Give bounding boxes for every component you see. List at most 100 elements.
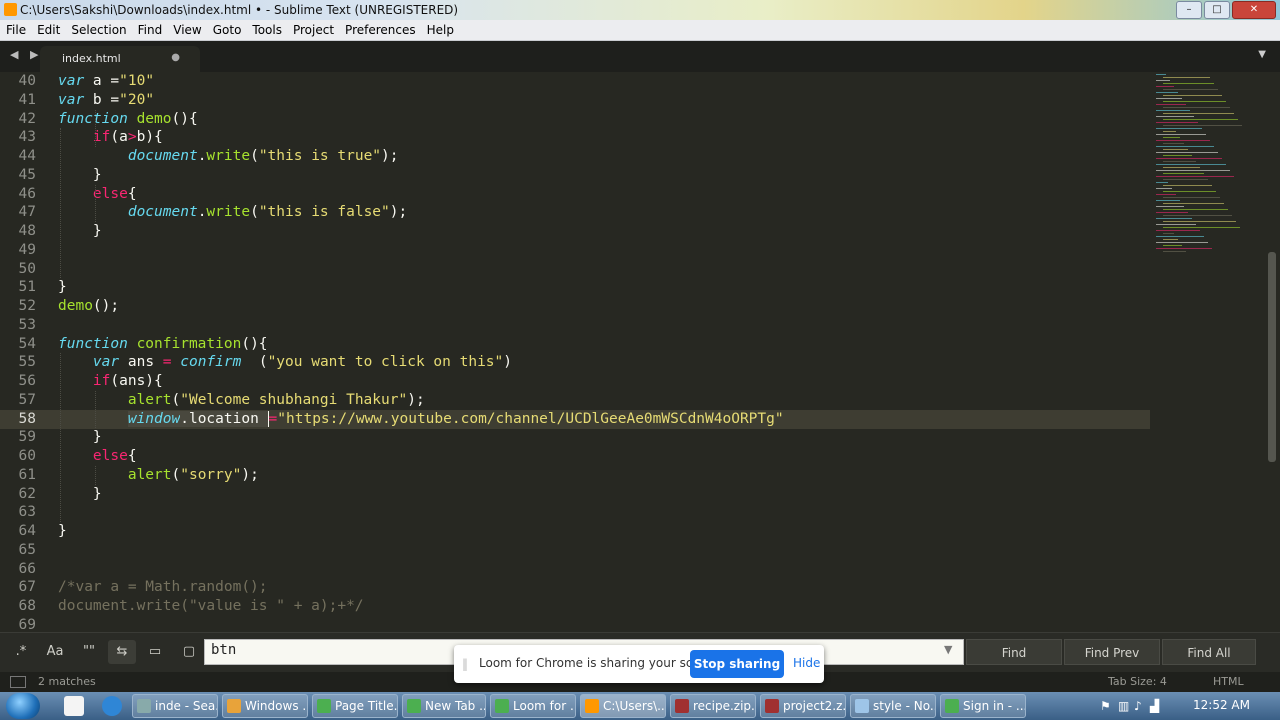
- hide-link[interactable]: Hide: [793, 656, 820, 670]
- line-number[interactable]: 41: [0, 91, 36, 110]
- menu-tools[interactable]: Tools: [246, 20, 287, 40]
- line-number[interactable]: 43: [0, 128, 36, 147]
- code-line-57[interactable]: 57 alert("Welcome shubhangi Thakur");: [0, 391, 1150, 410]
- code-line-56[interactable]: 56 if(ans){: [0, 372, 1150, 391]
- menu-view[interactable]: View: [167, 20, 206, 40]
- taskbar-task[interactable]: inde - Sea...: [132, 694, 218, 718]
- line-number[interactable]: 66: [0, 560, 36, 579]
- code-line-60[interactable]: 60 else{: [0, 447, 1150, 466]
- line-number[interactable]: 58: [0, 410, 36, 429]
- start-button-icon[interactable]: [6, 693, 40, 719]
- code-line-47[interactable]: 47 document.write("this is false");: [0, 203, 1150, 222]
- code-line-64[interactable]: 64}: [0, 522, 1150, 541]
- menu-preferences[interactable]: Preferences: [339, 20, 421, 40]
- line-number[interactable]: 69: [0, 616, 36, 632]
- code-line-49[interactable]: 49: [0, 241, 1150, 260]
- minimize-button[interactable]: –: [1176, 1, 1202, 19]
- tray-network-icon[interactable]: ▥: [1118, 699, 1129, 713]
- line-number[interactable]: 54: [0, 335, 36, 354]
- minimap[interactable]: [1150, 72, 1270, 632]
- syntax-mode[interactable]: HTML: [1213, 675, 1244, 688]
- taskbar-task[interactable]: Page Title...: [312, 694, 398, 718]
- taskbar-task[interactable]: C:\Users\...: [580, 694, 666, 718]
- highlight-matches-toggle-icon[interactable]: ▢: [176, 640, 202, 664]
- code-line-59[interactable]: 59 }: [0, 428, 1150, 447]
- menu-project[interactable]: Project: [287, 20, 339, 40]
- code-line-62[interactable]: 62 }: [0, 485, 1150, 504]
- line-number[interactable]: 45: [0, 166, 36, 185]
- code-line-41[interactable]: 41 var b ="20": [0, 91, 1150, 110]
- line-number[interactable]: 56: [0, 372, 36, 391]
- tray-signal-icon[interactable]: ▟: [1150, 699, 1159, 713]
- wrap-toggle-icon[interactable]: ⇆: [108, 640, 136, 664]
- line-number[interactable]: 51: [0, 278, 36, 297]
- regex-toggle-icon[interactable]: .*: [8, 640, 34, 664]
- code-line-58[interactable]: 58 window.location ="https://www.youtube…: [0, 409, 1150, 429]
- menu-edit[interactable]: Edit: [31, 20, 65, 40]
- code-line-50[interactable]: 50: [0, 260, 1150, 279]
- code-line-48[interactable]: 48 }: [0, 222, 1150, 241]
- code-line-46[interactable]: 46 else{: [0, 185, 1150, 204]
- taskbar-task[interactable]: recipe.zip...: [670, 694, 756, 718]
- menu-file[interactable]: File: [0, 20, 31, 40]
- code-line-54[interactable]: 54 function confirmation(){: [0, 335, 1150, 354]
- taskbar-clock[interactable]: 12:52 AM: [1193, 698, 1250, 712]
- find-all-button[interactable]: Find All: [1162, 639, 1256, 665]
- code-line-66[interactable]: 66: [0, 560, 1150, 579]
- line-number[interactable]: 60: [0, 447, 36, 466]
- show-desktop-icon[interactable]: [64, 696, 84, 716]
- tab-nav-arrows-icon[interactable]: ◀ ▶: [10, 48, 42, 61]
- line-number[interactable]: 65: [0, 541, 36, 560]
- line-number[interactable]: 59: [0, 428, 36, 447]
- line-number[interactable]: 64: [0, 522, 36, 541]
- line-number[interactable]: 48: [0, 222, 36, 241]
- code-line-51[interactable]: 51}: [0, 278, 1150, 297]
- code-line-63[interactable]: 63: [0, 503, 1150, 522]
- code-line-40[interactable]: 40 var a ="10": [0, 72, 1150, 91]
- find-button[interactable]: Find: [966, 639, 1062, 665]
- find-history-dropdown-icon[interactable]: ▼: [944, 643, 952, 656]
- line-number[interactable]: 57: [0, 391, 36, 410]
- line-number[interactable]: 62: [0, 485, 36, 504]
- internet-explorer-icon[interactable]: [102, 696, 122, 716]
- code-line-45[interactable]: 45 }: [0, 166, 1150, 185]
- menu-find[interactable]: Find: [132, 20, 168, 40]
- modified-dot-icon[interactable]: ●: [171, 52, 180, 63]
- menu-goto[interactable]: Goto: [207, 20, 247, 40]
- drag-handle-icon[interactable]: ‖: [462, 657, 468, 671]
- case-sensitive-toggle-icon[interactable]: Aa: [42, 640, 68, 664]
- line-number[interactable]: 63: [0, 503, 36, 522]
- code-line-52[interactable]: 52 demo();: [0, 297, 1150, 316]
- find-prev-button[interactable]: Find Prev: [1064, 639, 1160, 665]
- stop-sharing-button[interactable]: Stop sharing: [690, 650, 784, 678]
- line-number[interactable]: 52: [0, 297, 36, 316]
- line-number[interactable]: 40: [0, 72, 36, 91]
- menu-selection[interactable]: Selection: [65, 20, 131, 40]
- tab-dropdown-icon[interactable]: ▼: [1258, 49, 1266, 60]
- tray-volume-icon[interactable]: ♪: [1134, 699, 1142, 713]
- line-number[interactable]: 55: [0, 353, 36, 372]
- line-number[interactable]: 44: [0, 147, 36, 166]
- maximize-button[interactable]: □: [1204, 1, 1230, 19]
- line-number[interactable]: 46: [0, 185, 36, 204]
- tray-flag-icon[interactable]: ⚑: [1100, 699, 1111, 713]
- code-line-61[interactable]: 61 alert("sorry");: [0, 466, 1150, 485]
- whole-word-toggle-icon[interactable]: "": [76, 640, 102, 664]
- code-line-68[interactable]: 68 document.write("value is " + a);+*/: [0, 597, 1150, 616]
- code-line-65[interactable]: 65: [0, 541, 1150, 560]
- vertical-scrollbar[interactable]: [1268, 252, 1276, 462]
- code-line-43[interactable]: 43 if(a>b){: [0, 128, 1150, 147]
- code-line-55[interactable]: 55 var ans = confirm ("you want to click…: [0, 353, 1150, 372]
- taskbar-task[interactable]: Windows ...: [222, 694, 308, 718]
- line-number[interactable]: 61: [0, 466, 36, 485]
- line-number[interactable]: 49: [0, 241, 36, 260]
- code-line-69[interactable]: 69: [0, 616, 1150, 632]
- line-number[interactable]: 67: [0, 578, 36, 597]
- tab-size[interactable]: Tab Size: 4: [1108, 675, 1167, 688]
- close-button[interactable]: ✕: [1232, 1, 1276, 19]
- in-selection-toggle-icon[interactable]: ▭: [142, 640, 168, 664]
- line-number[interactable]: 53: [0, 316, 36, 335]
- code-editor[interactable]: 40 var a ="10" 41 var b ="20" 42 function dem…: [0, 72, 1280, 632]
- panel-toggle-icon[interactable]: [10, 676, 26, 688]
- taskbar-task[interactable]: style - No...: [850, 694, 936, 718]
